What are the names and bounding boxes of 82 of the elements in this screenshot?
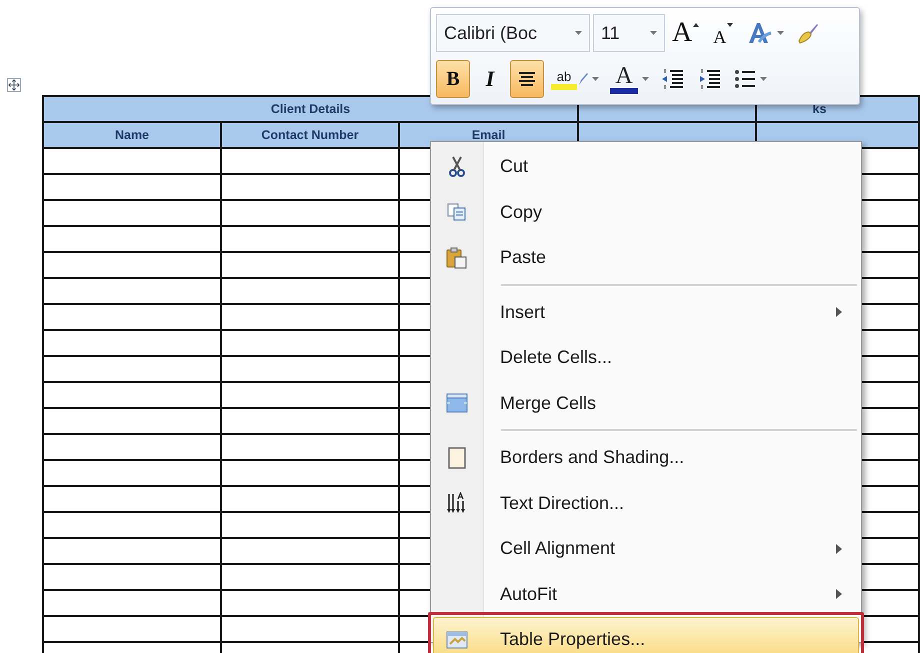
highlight-button[interactable]: ab [547, 60, 603, 98]
menu-item[interactable]: Copy [433, 190, 859, 235]
table-cell[interactable] [43, 330, 221, 356]
table-cell[interactable] [43, 486, 221, 512]
paste-icon [446, 246, 468, 269]
table-cell[interactable] [43, 616, 221, 642]
dropdown-caret-icon [777, 31, 784, 35]
table-cell[interactable] [221, 590, 399, 616]
table-cell[interactable] [221, 278, 399, 304]
menu-item[interactable]: Borders and Shading... [433, 435, 859, 480]
table-cell[interactable] [221, 226, 399, 252]
indent-icon [698, 68, 722, 90]
table-cell[interactable] [43, 200, 221, 226]
table-cell[interactable] [43, 356, 221, 382]
table-cell[interactable] [43, 148, 221, 174]
menu-item[interactable]: AutoFit [433, 572, 859, 617]
header-cell: Client Details [43, 96, 578, 122]
table-cell[interactable] [221, 200, 399, 226]
grow-font-button[interactable]: A [668, 14, 704, 52]
pen-icon [578, 72, 588, 86]
menu-item[interactable]: Text Direction... [433, 480, 859, 526]
table-cell[interactable] [221, 434, 399, 460]
table-cell[interactable] [221, 148, 399, 174]
down-triangle-icon [727, 23, 734, 27]
dropdown-caret-icon [575, 31, 582, 35]
bold-button[interactable]: B [436, 60, 470, 98]
header-cell: Contact Number [221, 122, 399, 148]
outdent-icon [661, 68, 685, 90]
table-cell[interactable] [221, 486, 399, 512]
menu-item[interactable]: Delete Cells... [433, 335, 859, 380]
paintbrush-icon [796, 21, 820, 45]
font-name-field[interactable]: Calibri (Boc [436, 14, 590, 52]
menu-item[interactable]: Insert [433, 290, 859, 335]
table-cell[interactable] [221, 616, 399, 642]
dropdown-caret-icon [642, 77, 649, 81]
italic-button[interactable]: I [473, 60, 507, 98]
up-triangle-icon [693, 23, 700, 27]
table-cell[interactable] [43, 304, 221, 330]
table-cell[interactable] [43, 538, 221, 564]
table-cell[interactable] [43, 278, 221, 304]
table-properties-icon [446, 630, 468, 649]
header-cell: Name [43, 122, 221, 148]
table-cell[interactable] [221, 382, 399, 408]
center-align-icon [518, 71, 536, 87]
table-cell[interactable] [43, 252, 221, 278]
table-cell[interactable] [43, 408, 221, 434]
table-cell[interactable] [221, 174, 399, 200]
table-cell[interactable] [221, 512, 399, 538]
table-cell[interactable] [43, 590, 221, 616]
table-cell[interactable] [43, 434, 221, 460]
table-cell[interactable] [43, 564, 221, 590]
table-cell[interactable] [221, 252, 399, 278]
font-color-button[interactable]: A [606, 60, 653, 98]
scissors-icon [448, 156, 466, 178]
table-cell[interactable] [221, 356, 399, 382]
dropdown-caret-icon [760, 77, 767, 81]
table-grid-icon [446, 393, 468, 414]
table-cell[interactable] [221, 538, 399, 564]
table-cell[interactable] [221, 304, 399, 330]
font-size-field[interactable]: 11 [593, 14, 665, 52]
table-cell[interactable] [43, 512, 221, 538]
dropdown-caret-icon [650, 31, 657, 35]
table-cell[interactable] [221, 408, 399, 434]
table-cell[interactable] [221, 564, 399, 590]
table-cell[interactable] [221, 460, 399, 486]
table-cell[interactable] [221, 330, 399, 356]
bullets-icon [734, 69, 756, 89]
menu-item[interactable]: Paste [433, 235, 859, 280]
text-direction-icon [446, 492, 468, 514]
move-handle-icon[interactable] [7, 78, 21, 92]
copy-icon [447, 203, 467, 222]
table-cell[interactable] [43, 226, 221, 252]
page-icon [448, 446, 466, 469]
shrink-font-button[interactable]: A [706, 14, 740, 52]
menu-item[interactable]: Cell Alignment [433, 526, 859, 572]
table-cell[interactable] [43, 382, 221, 408]
dropdown-caret-icon [592, 77, 599, 81]
table-cell[interactable] [43, 174, 221, 200]
center-button[interactable] [510, 60, 544, 98]
menu-item[interactable]: Merge Cells [433, 380, 859, 426]
table-cell[interactable] [43, 460, 221, 486]
styles-icon [747, 21, 774, 45]
